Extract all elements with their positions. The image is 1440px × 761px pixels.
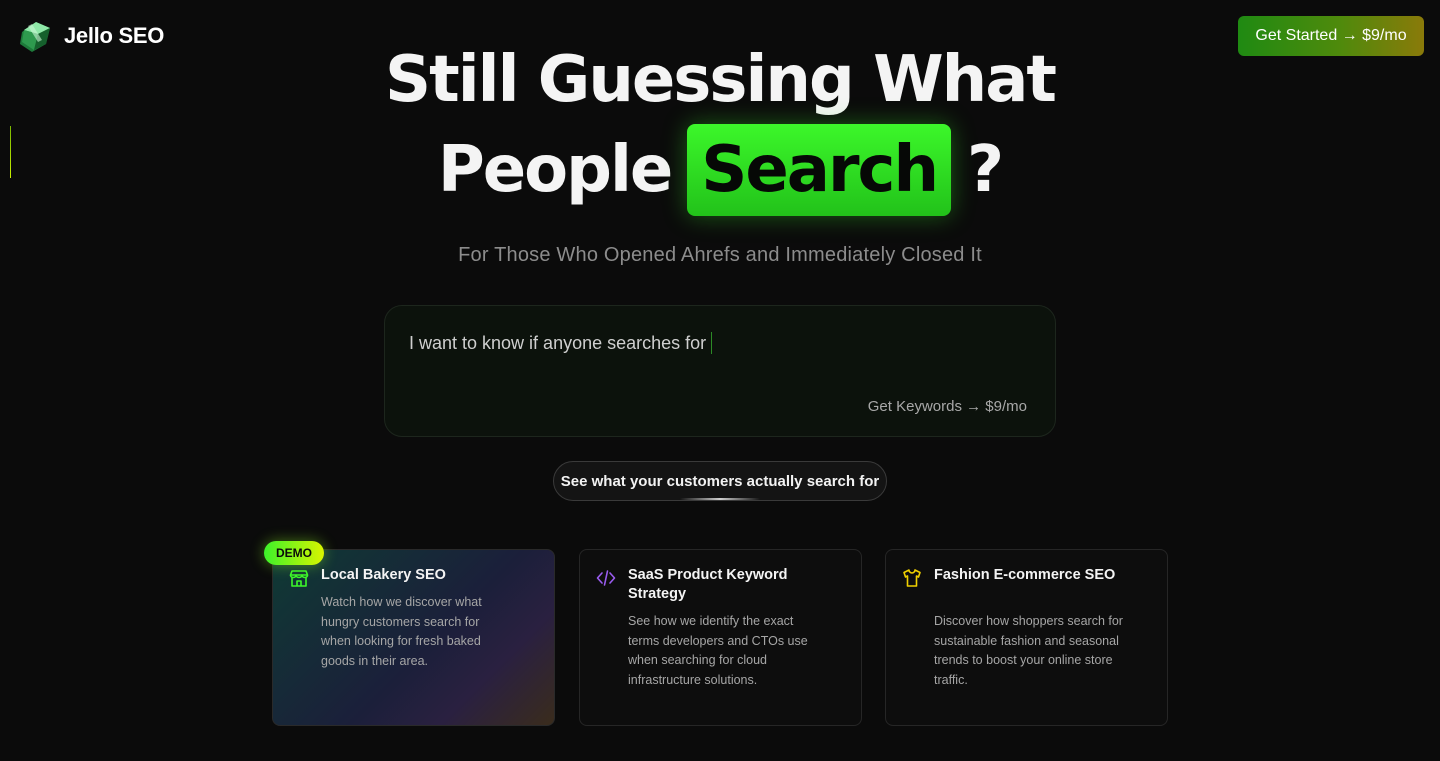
hero-subtitle: For Those Who Opened Ahrefs and Immediat…: [458, 244, 982, 266]
headline-line-1: Still Guessing What: [385, 43, 1057, 117]
card-title: SaaS Product Keyword Strategy: [628, 567, 788, 602]
page: Jello SEO Get Started → $9/mo Still Gues…: [0, 0, 1440, 761]
card-description: Watch how we discover what hungry custom…: [321, 595, 482, 668]
search-typed-text: I want to know if anyone searches for: [409, 332, 707, 353]
demo-badge: DEMO: [264, 541, 324, 565]
headline-word-people: People: [437, 133, 673, 207]
shirt-icon: [903, 569, 921, 587]
code-icon: [596, 570, 616, 586]
headline-question-mark: ?: [967, 133, 1004, 207]
text-caret: [711, 332, 713, 354]
headline-highlight-search: Search: [687, 124, 952, 216]
example-card-bakery[interactable]: Local Bakery SEO Watch how we discover w…: [272, 549, 555, 726]
card-title: Fashion E-commerce SEO: [934, 567, 1116, 583]
search-input[interactable]: I want to know if anyone searches for: [409, 332, 713, 354]
pill-glow-line: [680, 498, 760, 500]
card-description: Discover how shoppers search for sustain…: [934, 614, 1123, 687]
see-examples-button[interactable]: See what your customers actually search …: [553, 461, 887, 501]
card-title: Local Bakery SEO: [321, 567, 446, 583]
headline-line-2: People Search ?: [0, 124, 1440, 216]
keyword-search-box[interactable]: I want to know if anyone searches for Ge…: [384, 305, 1056, 437]
store-icon: [289, 570, 309, 587]
example-card-saas[interactable]: SaaS Product Keyword Strategy See how we…: [579, 549, 862, 726]
example-card-fashion[interactable]: Fashion E-commerce SEO Discover how shop…: [885, 549, 1168, 726]
card-description: See how we identify the exact terms deve…: [628, 614, 808, 687]
get-keywords-button[interactable]: Get Keywords → $9/mo: [868, 398, 1027, 415]
